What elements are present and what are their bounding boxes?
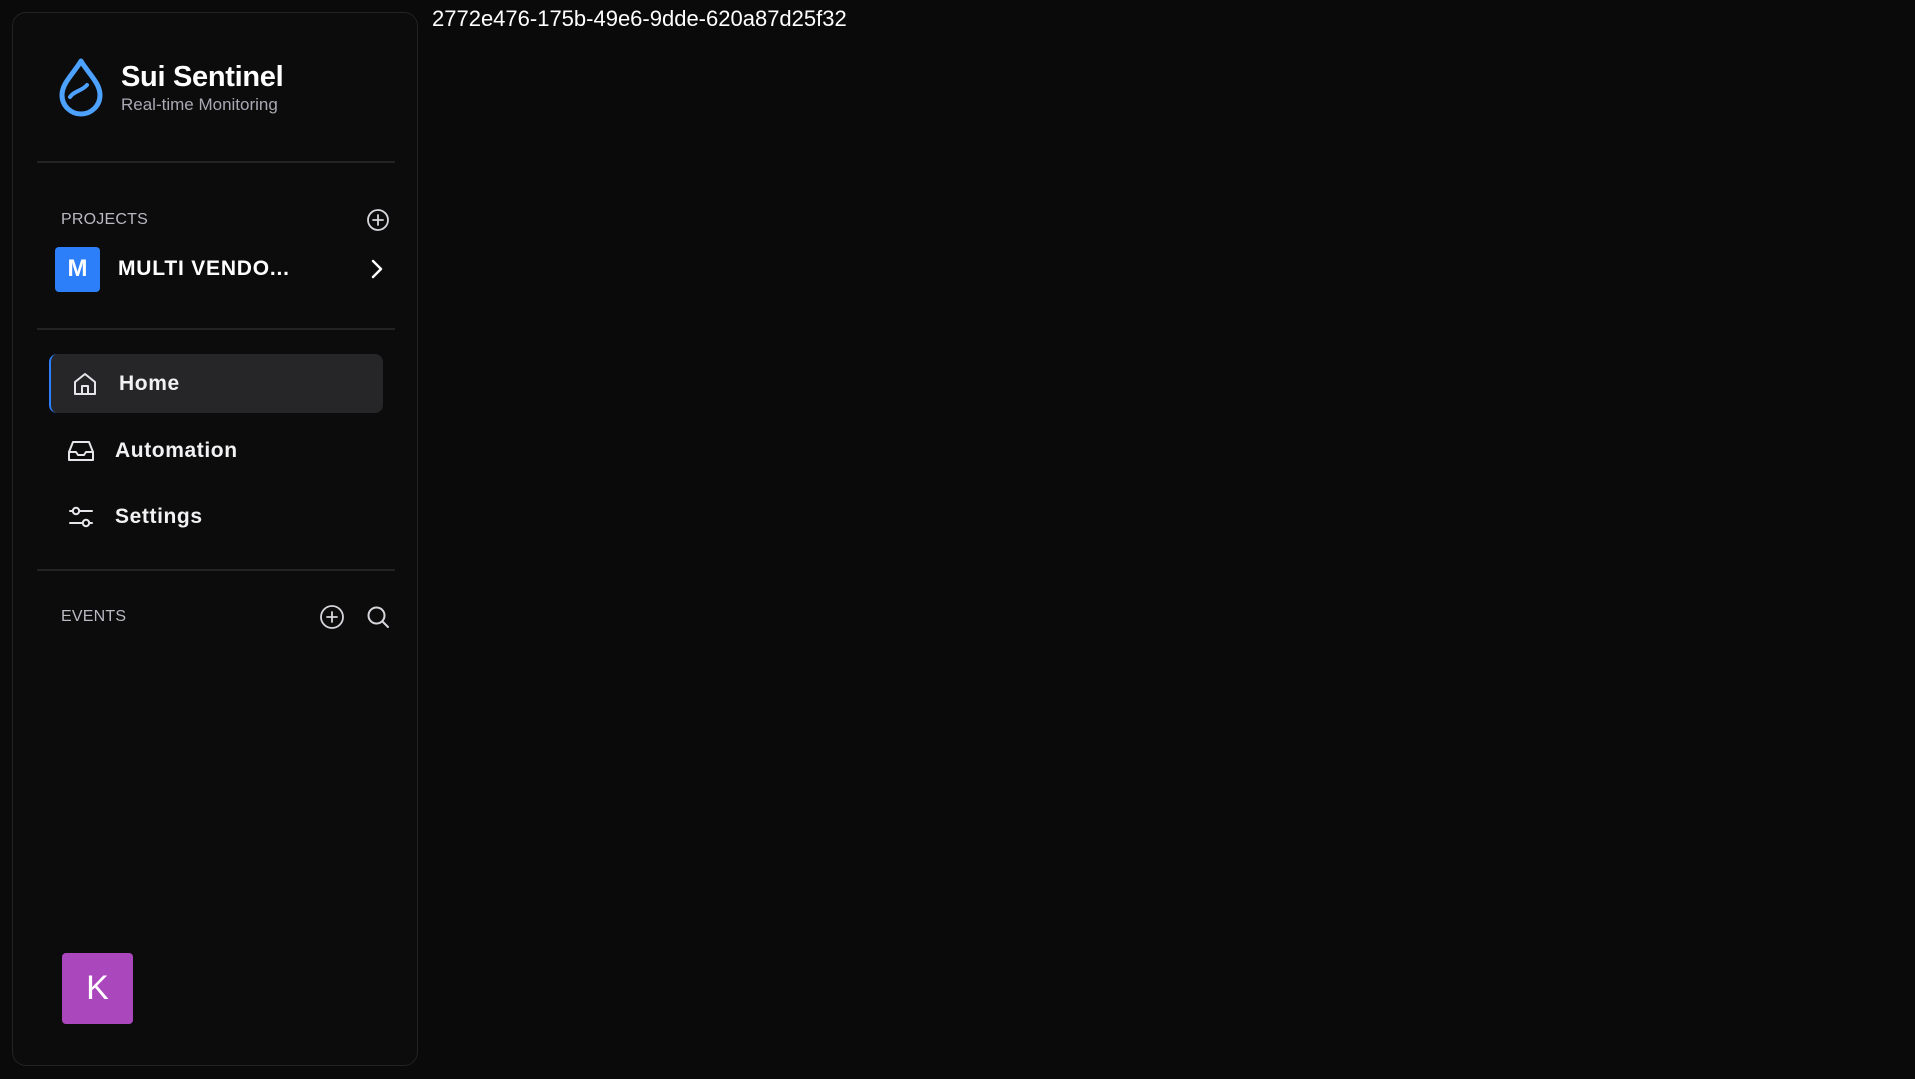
sidebar: Sui Sentinel Real-time Monitoring PROJEC… xyxy=(12,12,418,1066)
search-icon[interactable] xyxy=(365,604,391,630)
nav-label-settings: Settings xyxy=(115,504,203,528)
add-project-icon[interactable] xyxy=(365,207,391,233)
project-avatar: M xyxy=(55,246,100,292)
project-name: MULTI VENDO... xyxy=(118,257,290,280)
entity-id-text: 2772e476-175b-49e6-9dde-620a87d25f32 xyxy=(432,6,847,31)
events-label: EVENTS xyxy=(61,608,127,625)
nav-item-settings[interactable]: Settings xyxy=(49,487,383,546)
divider xyxy=(37,161,395,163)
sliders-icon xyxy=(65,501,97,533)
divider xyxy=(37,569,395,571)
nav-label-automation: Automation xyxy=(115,438,238,462)
events-header: EVENTS xyxy=(61,602,391,632)
brand-title: Sui Sentinel xyxy=(121,60,284,93)
user-avatar[interactable]: K xyxy=(62,953,133,1024)
projects-header: PROJECTS xyxy=(61,205,391,235)
chevron-right-icon xyxy=(363,256,389,282)
home-icon xyxy=(69,368,101,400)
nav-item-automation[interactable]: Automation xyxy=(49,421,383,480)
add-event-icon[interactable] xyxy=(319,604,345,630)
project-item[interactable]: M MULTI VENDO... xyxy=(55,246,391,292)
water-drop-icon xyxy=(53,55,109,119)
nav-item-home[interactable]: Home xyxy=(49,354,383,413)
inbox-icon xyxy=(65,435,97,467)
projects-label: PROJECTS xyxy=(61,211,148,228)
divider xyxy=(37,328,395,330)
nav-label-home: Home xyxy=(119,371,180,395)
brand[interactable]: Sui Sentinel Real-time Monitoring xyxy=(53,55,284,119)
brand-subtitle: Real-time Monitoring xyxy=(121,94,278,114)
